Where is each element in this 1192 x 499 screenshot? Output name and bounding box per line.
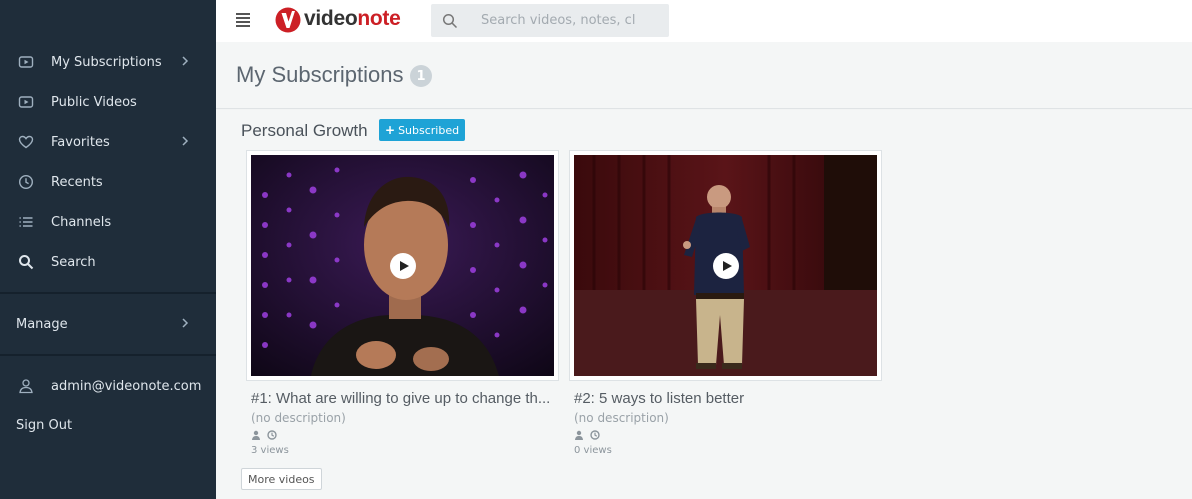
sidebar-item-recents[interactable]: Recents: [0, 162, 216, 202]
play-icon[interactable]: [712, 252, 739, 279]
sidebar-divider: [0, 354, 216, 356]
chevron-right-icon: [180, 135, 192, 150]
sidebar: My Subscriptions Public Videos Favorites…: [0, 0, 216, 499]
sidebar-item-label: Channels: [51, 214, 112, 230]
logo-wordmark: videonote: [304, 7, 401, 30]
hamburger-menu-icon[interactable]: [236, 13, 250, 27]
video-thumbnail[interactable]: [574, 155, 877, 376]
heart-icon: [16, 132, 36, 152]
subscribed-button[interactable]: + Subscribed: [379, 119, 466, 141]
chevron-right-icon: [180, 317, 192, 332]
sidebar-item-label: My Subscriptions: [51, 54, 162, 70]
sign-out-link[interactable]: Sign Out: [16, 418, 72, 433]
sidebar-item-search[interactable]: Search: [0, 242, 216, 282]
video-meta-icons: [574, 429, 882, 441]
video-title[interactable]: #2: 5 ways to listen better: [574, 390, 879, 407]
logo-mark-icon: [275, 7, 301, 33]
search-icon[interactable]: [442, 13, 458, 29]
video-description: (no description): [574, 411, 669, 425]
user-icon: [252, 430, 260, 440]
video-description: (no description): [251, 411, 346, 425]
sidebar-item-channels[interactable]: Channels: [0, 202, 216, 242]
user-email: admin@videonote.com: [51, 378, 202, 394]
sidebar-item-favorites[interactable]: Favorites: [0, 122, 216, 162]
video-card: #2: 5 ways to listen better (no descript…: [569, 150, 882, 456]
page-title: My Subscriptions: [236, 62, 404, 87]
video-icon: [16, 92, 36, 112]
main-content: Personal Growth + Subscribed #1: What ar…: [216, 110, 1192, 499]
video-meta-icons: [251, 429, 559, 441]
search-input[interactable]: [481, 13, 651, 28]
plus-icon: +: [385, 123, 396, 137]
video-icon: [16, 52, 36, 72]
video-card: #1: What are willing to give up to chang…: [246, 150, 559, 456]
sidebar-item-my-subscriptions[interactable]: My Subscriptions: [0, 42, 216, 82]
search-bar: [431, 4, 669, 37]
video-thumbnail-frame[interactable]: [569, 150, 882, 381]
search-icon: [16, 252, 36, 272]
channel-title[interactable]: Personal Growth: [241, 121, 368, 141]
video-thumbnail-frame[interactable]: [246, 150, 559, 381]
clock-icon: [267, 430, 277, 440]
user-icon: [16, 376, 36, 396]
more-videos-button[interactable]: More videos: [241, 468, 322, 490]
subscription-count-badge: 1: [410, 65, 432, 87]
sidebar-item-label: Favorites: [51, 134, 110, 150]
sidebar-item-public-videos[interactable]: Public Videos: [0, 82, 216, 122]
video-title[interactable]: #1: What are willing to give up to chang…: [251, 390, 556, 407]
list-icon: [16, 212, 36, 232]
sidebar-item-label: Search: [51, 254, 96, 270]
video-views: 3 views: [251, 445, 289, 456]
video-thumbnail[interactable]: [251, 155, 554, 376]
sidebar-item-manage[interactable]: Manage: [0, 304, 216, 344]
video-views: 0 views: [574, 445, 612, 456]
chevron-right-icon: [180, 55, 192, 70]
subscribed-label: Subscribed: [398, 123, 460, 137]
sidebar-divider: [0, 292, 216, 294]
clock-icon: [16, 172, 36, 192]
user-icon: [575, 430, 583, 440]
play-icon[interactable]: [389, 252, 416, 279]
top-bar: videonote: [216, 0, 1192, 42]
clock-icon: [590, 430, 600, 440]
sidebar-item-label: Public Videos: [51, 94, 137, 110]
page-header: My Subscriptions 1: [216, 42, 1192, 109]
sidebar-item-label: Recents: [51, 174, 103, 190]
sidebar-item-user[interactable]: admin@videonote.com: [0, 366, 216, 406]
sidebar-item-label: Manage: [16, 316, 68, 332]
logo[interactable]: videonote: [275, 7, 401, 33]
